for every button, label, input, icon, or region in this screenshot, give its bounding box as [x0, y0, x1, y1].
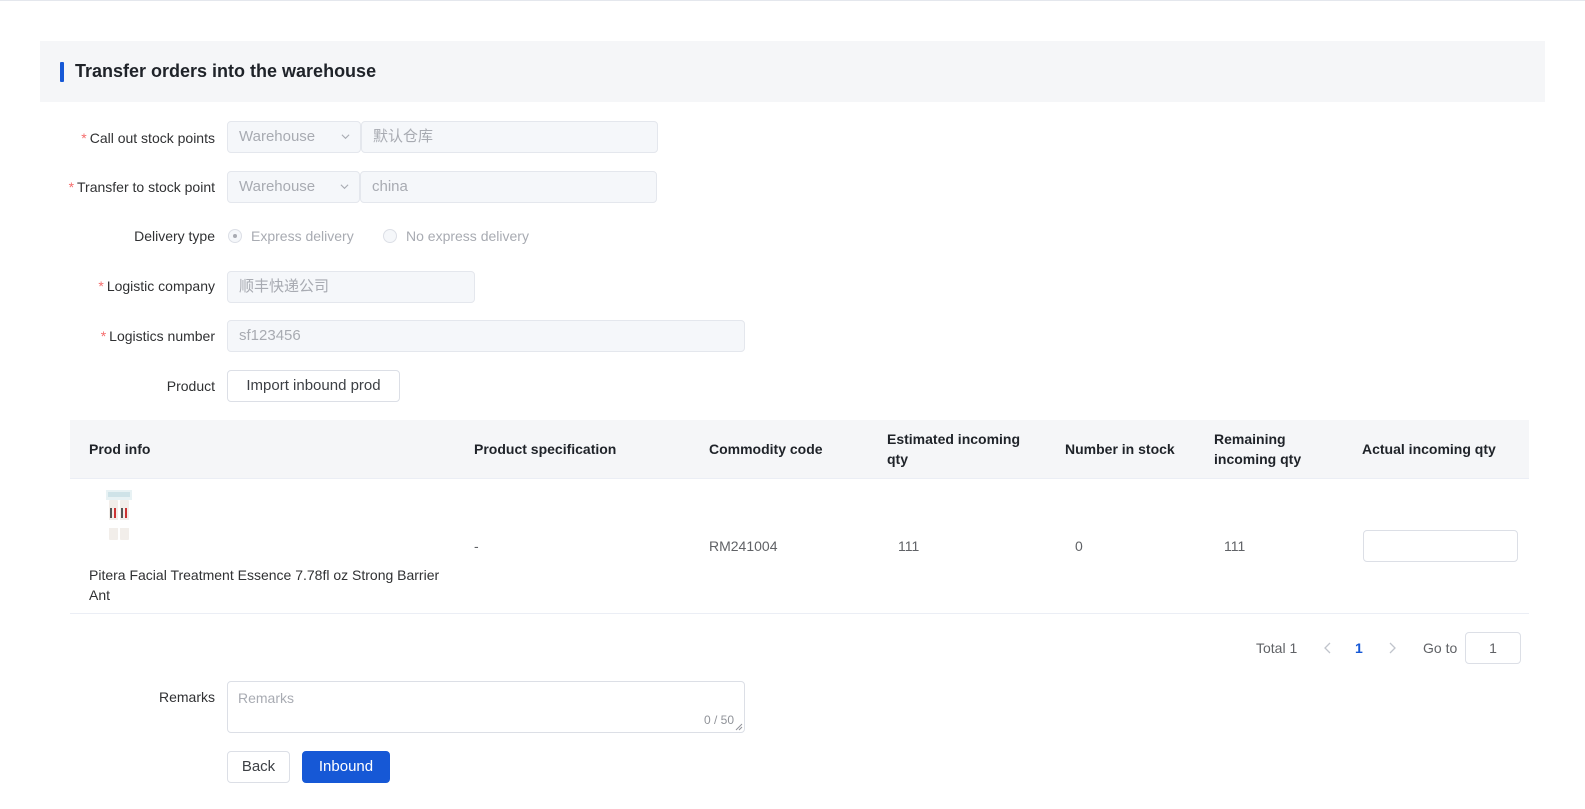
remarks-char-counter: 0 / 50 [703, 713, 734, 727]
delivery-type-label: Delivery type [134, 228, 215, 244]
pagination-page-current[interactable]: 1 [1355, 632, 1363, 664]
callout-label: * Call out stock points [81, 130, 215, 146]
commodity-code: RM241004 [709, 538, 778, 554]
page-title: Transfer orders into the warehouse [75, 61, 377, 81]
in-stock-qty: 0 [1075, 538, 1083, 554]
callout-type-select[interactable]: Warehouse [227, 121, 361, 153]
estimated-qty: 111 [898, 538, 920, 554]
prod-specification: - [474, 538, 479, 554]
radio-unchecked-icon [383, 229, 397, 243]
table-header: Prod info Product specification Commodit… [70, 420, 1529, 479]
prod-name: Pitera Facial Treatment Essence 7.78fl o… [89, 567, 440, 603]
section-header: Transfer orders into the warehouse [40, 41, 1545, 102]
remaining-qty: 111 [1224, 538, 1246, 554]
resize-handle-icon[interactable] [735, 723, 743, 731]
chevron-right-icon[interactable] [1387, 642, 1397, 654]
radio-no-express-delivery[interactable]: No express delivery [383, 226, 529, 246]
inbound-button[interactable]: Inbound [302, 751, 390, 783]
chevron-down-icon [341, 134, 350, 140]
column-header-remaining-qty: Remaining incoming qty [1214, 431, 1302, 467]
chevron-down-icon [340, 184, 349, 190]
top-divider [0, 0, 1585, 1]
radio-checked-icon [228, 229, 242, 243]
logistics-number-field[interactable]: sf123456 [227, 320, 745, 352]
logistic-company-label: * Logistic company [98, 278, 215, 294]
logistic-company-field[interactable]: 顺丰快递公司 [227, 271, 475, 303]
table-row: Pitera Facial Treatment Essence 7.78fl o… [70, 479, 1529, 614]
column-header-estimated-qty: Estimated incoming qty [887, 431, 1021, 467]
import-inbound-prod-button[interactable]: Import inbound prod [227, 370, 400, 402]
product-label: Product [166, 378, 215, 394]
radio-express-delivery[interactable]: Express delivery [228, 226, 354, 246]
transfer-type-select[interactable]: Warehouse [227, 171, 360, 203]
title-accent-bar [60, 62, 64, 82]
pagination-goto-label: Go to [1423, 640, 1458, 656]
pagination-goto-input[interactable]: 1 [1465, 632, 1521, 664]
logistics-number-label: * Logistics number [100, 328, 215, 344]
column-header-prod-info: Prod info [89, 441, 151, 457]
transfer-warehouse-select[interactable]: china [360, 171, 657, 203]
product-thumbnail [106, 490, 132, 540]
actual-qty-input[interactable] [1363, 530, 1518, 562]
remarks-label: Remarks [158, 689, 215, 705]
callout-warehouse-select[interactable]: 默认仓库 [361, 121, 658, 153]
transfer-label: * Transfer to stock point [68, 179, 215, 195]
back-button[interactable]: Back [227, 751, 290, 783]
column-header-commodity-code: Commodity code [709, 441, 823, 457]
remarks-placeholder: Remarks [238, 690, 295, 706]
column-header-in-stock: Number in stock [1065, 441, 1175, 457]
column-header-actual-qty: Actual incoming qty [1362, 441, 1496, 457]
column-header-specification: Product specification [474, 441, 617, 457]
remarks-textarea[interactable]: Remarks 0 / 50 [227, 681, 745, 733]
chevron-left-icon[interactable] [1323, 642, 1333, 654]
pagination-total: Total 1 [1256, 640, 1298, 656]
